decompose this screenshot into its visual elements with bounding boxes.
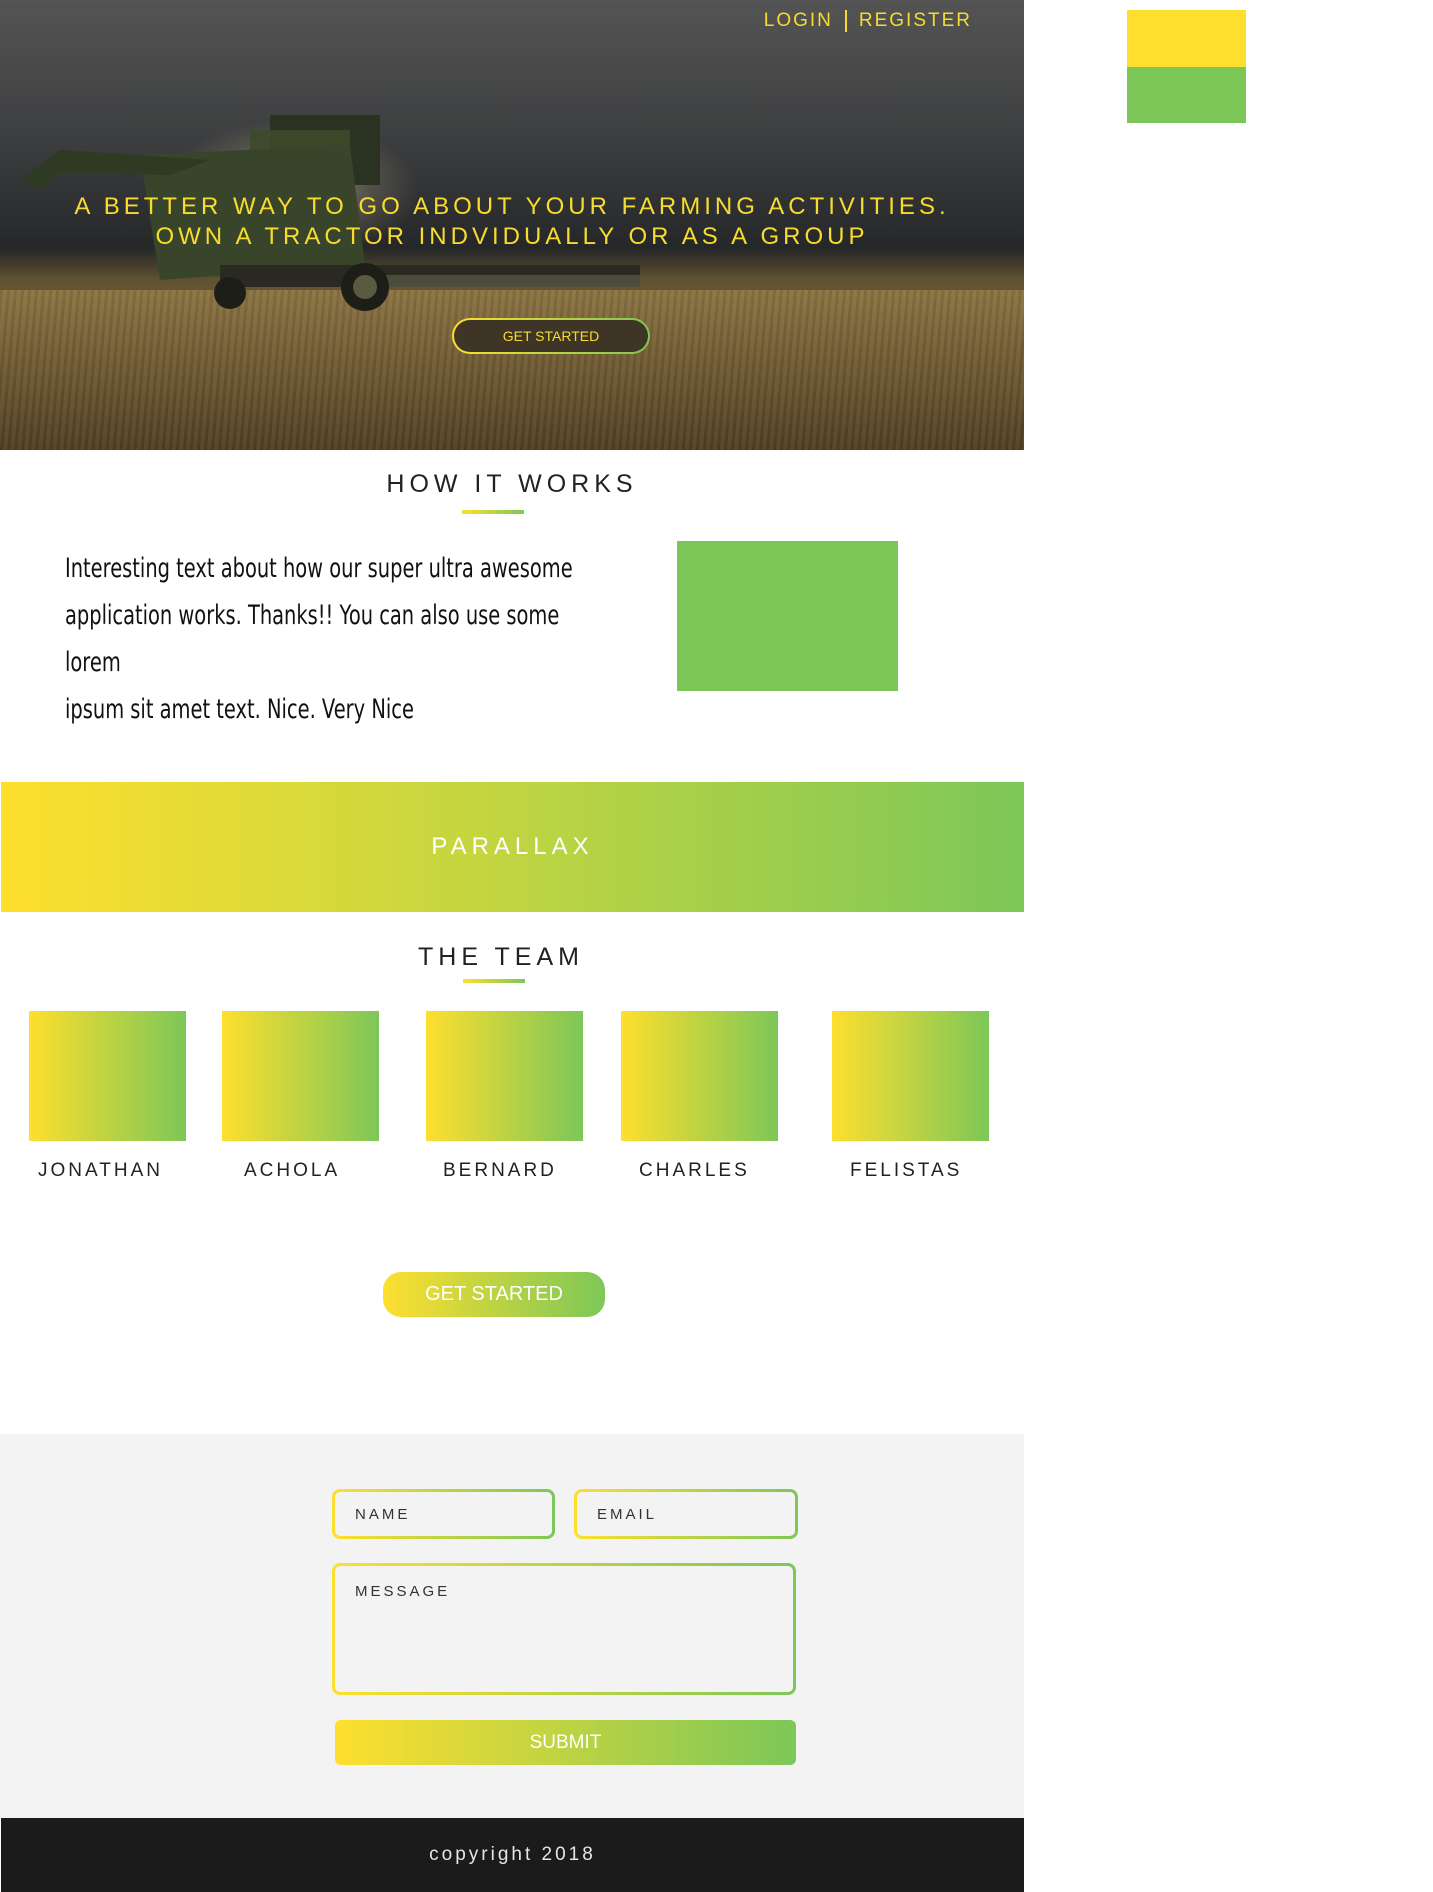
- team-member-name: BERNARD: [443, 1160, 557, 1181]
- hero-get-started-button[interactable]: GET STARTED: [452, 318, 650, 354]
- how-it-works-image-placeholder: [677, 541, 898, 691]
- team-member-name: FELISTAS: [850, 1160, 963, 1181]
- footer: copyright 2018: [1, 1818, 1024, 1892]
- hero-headline-line-2: OWN A TRACTOR INDVIDUALLY OR AS A GROUP: [155, 223, 869, 250]
- color-swatch-yellow: [1127, 10, 1246, 67]
- register-link[interactable]: REGISTER: [859, 10, 972, 32]
- team-member-name: CHARLES: [639, 1160, 750, 1181]
- submit-button[interactable]: SUBMIT: [335, 1720, 796, 1765]
- top-nav: LOGIN REGISTER: [764, 10, 972, 32]
- parallax-label: PARALLAX: [431, 833, 594, 860]
- get-started-button[interactable]: GET STARTED: [383, 1272, 605, 1317]
- team-title: THE TEAM: [418, 943, 584, 971]
- how-it-works-text-line-2: application works. Thanks!! You can also…: [65, 600, 560, 678]
- team-title-underline: [463, 979, 525, 983]
- team-member-name: ACHOLA: [244, 1160, 341, 1181]
- message-field[interactable]: MESSAGE: [332, 1563, 796, 1695]
- hero-headline-line-1: A BETTER WAY TO GO ABOUT YOUR FARMING AC…: [74, 193, 950, 220]
- name-field[interactable]: NAME: [332, 1489, 555, 1539]
- color-swatch-green: [1127, 67, 1246, 123]
- copyright-text: copyright 2018: [429, 1844, 596, 1865]
- how-it-works-title: HOW IT WORKS: [386, 470, 638, 498]
- how-it-works-underline: [462, 510, 524, 514]
- login-link[interactable]: LOGIN: [764, 10, 833, 32]
- team-member-photo: [222, 1011, 379, 1141]
- how-it-works-text-line-1: Interesting text about how our super ult…: [65, 553, 573, 584]
- team-member-photo: [426, 1011, 583, 1141]
- team-member-photo: [621, 1011, 778, 1141]
- team-member-photo: [29, 1011, 186, 1141]
- email-field[interactable]: EMAIL: [574, 1489, 798, 1539]
- how-it-works-text-line-3: ipsum sit amet text. Nice. Very Nice: [65, 694, 414, 725]
- team-member-photo: [832, 1011, 989, 1141]
- hero-banner: LOGIN REGISTER A BETTER WAY TO GO ABOUT …: [0, 0, 1024, 450]
- team-member-name: JONATHAN: [38, 1160, 163, 1181]
- landing-page: LOGIN REGISTER A BETTER WAY TO GO ABOUT …: [0, 0, 1024, 1892]
- hero-headline: A BETTER WAY TO GO ABOUT YOUR FARMING AC…: [0, 192, 1024, 252]
- parallax-banner: PARALLAX: [1, 782, 1024, 912]
- how-it-works-text: Interesting text about how our super ult…: [65, 545, 612, 733]
- nav-divider: [844, 10, 847, 32]
